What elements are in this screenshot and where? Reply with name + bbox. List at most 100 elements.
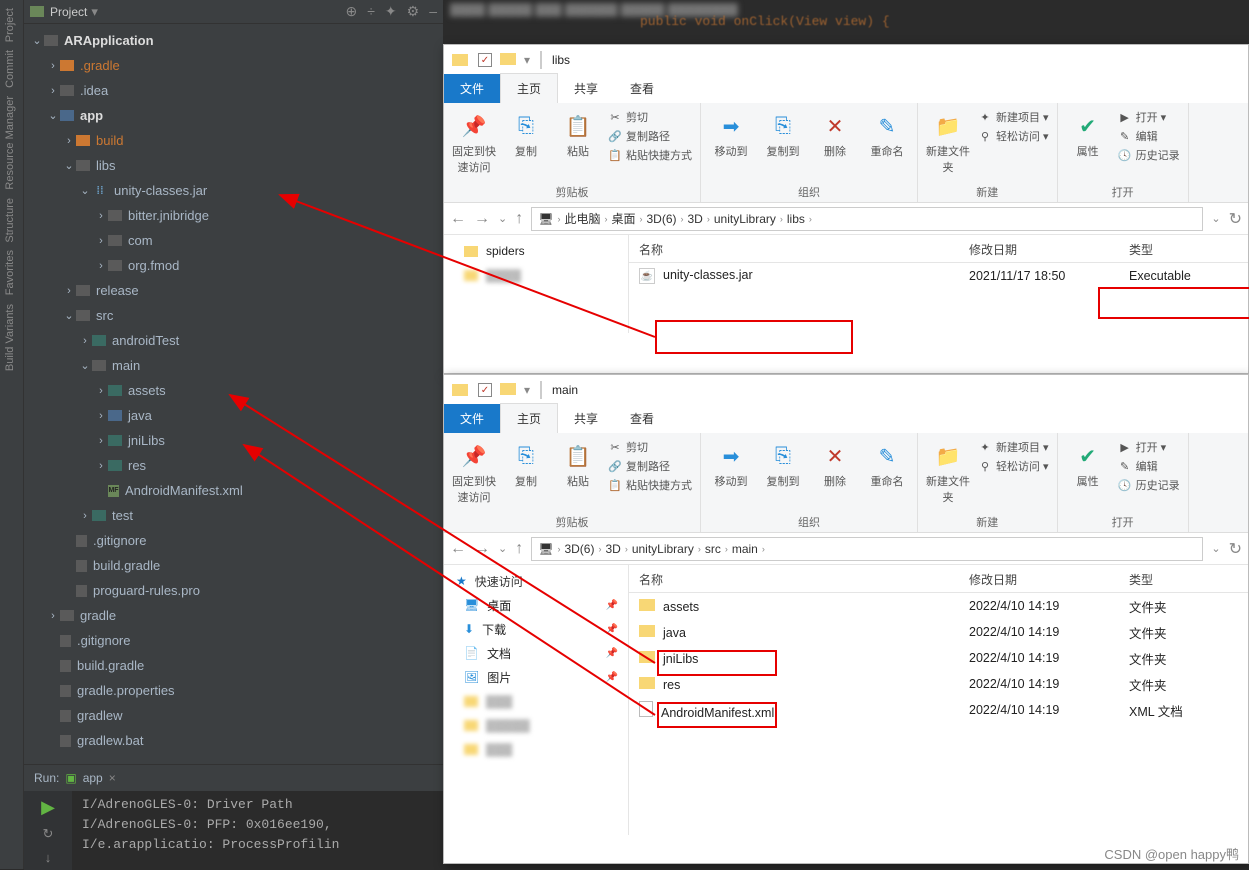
expand-icon[interactable]: › <box>94 460 108 472</box>
path-segment[interactable]: 3D(6) › <box>564 542 601 556</box>
expand-icon[interactable]: › <box>94 410 108 422</box>
list-item[interactable]: res2022/4/10 14:19文件夹 <box>629 671 1248 697</box>
expand-icon[interactable]: ⌄ <box>30 34 44 47</box>
expand-icon[interactable]: · <box>94 485 108 497</box>
list-item[interactable]: ☕unity-classes.jar2021/11/17 18:50Execut… <box>629 263 1248 289</box>
nav-quick-access[interactable]: ★快速访问 <box>444 569 628 593</box>
col-date[interactable]: 修改日期 <box>959 565 1119 592</box>
qat-folder-icon[interactable] <box>500 53 516 65</box>
path-segment[interactable]: src › <box>705 542 728 556</box>
expand-icon[interactable]: ⌄ <box>62 159 76 172</box>
tree-item[interactable]: ⌄src <box>24 303 443 328</box>
tree-item[interactable]: ·gradlew.bat <box>24 728 443 749</box>
expand-icon[interactable]: › <box>46 610 60 622</box>
tree-item[interactable]: ›res <box>24 453 443 478</box>
ribbon-tab-view[interactable]: 查看 <box>614 404 670 433</box>
locate-icon[interactable]: ⊕ <box>345 3 357 20</box>
tree-item[interactable]: ›assets <box>24 378 443 403</box>
expand-icon[interactable]: · <box>62 560 76 572</box>
path-dropdown-icon[interactable]: ⌄ <box>1211 212 1220 225</box>
qat-dropdown-icon[interactable]: ▾ <box>524 53 530 67</box>
expand-icon[interactable]: › <box>94 210 108 222</box>
expand-icon[interactable]: ⌄ <box>62 309 76 322</box>
tree-item[interactable]: ›com <box>24 228 443 253</box>
explorer-nav-pane[interactable]: spiders ▓▓▓▓ <box>444 235 629 333</box>
expand-icon[interactable]: · <box>62 585 76 597</box>
tree-item[interactable]: ·gradlew <box>24 703 443 728</box>
path-dropdown-icon[interactable]: ⌄ <box>1211 542 1220 555</box>
run-log[interactable]: I/AdrenoGLES-0: Driver Path I/AdrenoGLES… <box>72 791 443 870</box>
tree-item[interactable]: ›test <box>24 503 443 528</box>
path-segment[interactable]: unityLibrary › <box>714 212 783 226</box>
tree-item[interactable]: ›gradle <box>24 603 443 628</box>
tool-structure[interactable]: Structure <box>4 198 16 243</box>
expand-icon[interactable]: · <box>46 635 60 647</box>
rib-copy[interactable]: ⎘复制 <box>504 437 548 489</box>
expand-icon[interactable]: › <box>62 285 76 297</box>
rib-easyaccess[interactable]: ⚲轻松访问 ▾ <box>978 128 1049 144</box>
rib-open[interactable]: ▶打开 ▾ <box>1118 109 1167 125</box>
nav-pictures[interactable]: 🖼图片📌 <box>444 665 628 689</box>
refresh-icon[interactable]: ↻ <box>1229 539 1242 559</box>
nav-recent-icon[interactable]: ⌄ <box>498 212 507 225</box>
tool-project[interactable]: Project <box>4 8 16 42</box>
rib-properties[interactable]: ✔属性 <box>1066 107 1110 159</box>
rib-rename[interactable]: ✎重命名 <box>865 437 909 489</box>
col-name[interactable]: 名称 <box>629 565 959 592</box>
rib-copyto[interactable]: ⎘复制到 <box>761 437 805 489</box>
project-view-title[interactable]: Project <box>50 5 87 19</box>
nav-up-icon[interactable]: ↑ <box>515 210 523 228</box>
settings-icon[interactable]: ⚙ <box>407 3 420 20</box>
expand-icon[interactable]: · <box>46 710 60 722</box>
tree-item[interactable]: ·build.gradle <box>24 553 443 578</box>
rib-easyaccess[interactable]: ⚲轻松访问 ▾ <box>978 458 1049 474</box>
column-headers[interactable]: 名称 修改日期 类型 <box>629 235 1248 263</box>
expand-icon[interactable]: › <box>78 335 92 347</box>
tree-item[interactable]: ›release <box>24 278 443 303</box>
hide-icon[interactable]: – <box>429 3 437 20</box>
select-opened-icon[interactable]: ✦ <box>385 3 397 20</box>
qat-check-icon[interactable]: ✓ <box>478 53 492 67</box>
refresh-icon[interactable]: ↻ <box>1229 209 1242 229</box>
nav-recent-icon[interactable]: ⌄ <box>498 542 507 555</box>
tree-item[interactable]: ›androidTest <box>24 328 443 353</box>
tree-item[interactable]: ·.gitignore <box>24 628 443 653</box>
play-icon[interactable]: ▶ <box>41 797 55 818</box>
rib-history[interactable]: 🕓历史记录 <box>1118 147 1180 163</box>
project-view-dropdown-icon[interactable]: ▾ <box>91 4 98 20</box>
expand-icon[interactable]: · <box>46 735 60 747</box>
list-item[interactable]: java2022/4/10 14:19文件夹 <box>629 619 1248 645</box>
explorer-file-list[interactable]: 名称 修改日期 类型 ☕unity-classes.jar2021/11/17 … <box>629 235 1248 333</box>
breadcrumb-path[interactable]: 🖥›3D(6) › 3D › unityLibrary › src › main… <box>531 537 1203 561</box>
rib-copy[interactable]: ⎘复制 <box>504 107 548 159</box>
close-icon[interactable]: × <box>109 771 116 785</box>
expand-icon[interactable]: › <box>94 385 108 397</box>
rib-paste[interactable]: 📋粘贴 <box>556 437 600 489</box>
tool-favorites[interactable]: Favorites <box>4 250 16 295</box>
column-headers[interactable]: 名称 修改日期 类型 <box>629 565 1248 593</box>
split-icon[interactable]: ÷ <box>367 3 375 20</box>
ribbon-tab-share[interactable]: 共享 <box>558 74 614 103</box>
rib-paste-shortcut[interactable]: 📋粘贴快捷方式 <box>608 477 692 493</box>
nav-back-icon[interactable]: ← <box>450 540 466 558</box>
expand-icon[interactable]: ⌄ <box>46 109 60 122</box>
path-segment[interactable]: libs › <box>787 212 812 226</box>
expand-icon[interactable]: › <box>46 60 60 72</box>
run-config-name[interactable]: app <box>83 771 103 785</box>
tree-item[interactable]: ·gradle.properties <box>24 678 443 703</box>
tree-item[interactable]: ›java <box>24 403 443 428</box>
ribbon-tab-home[interactable]: 主页 <box>500 73 558 103</box>
path-segment[interactable]: unityLibrary › <box>632 542 701 556</box>
expand-icon[interactable]: ⌄ <box>78 359 92 372</box>
col-name[interactable]: 名称 <box>629 235 959 262</box>
tree-item[interactable]: ⌄main <box>24 353 443 378</box>
rib-newitem[interactable]: ✦新建项目 ▾ <box>978 109 1049 125</box>
ribbon-tab-view[interactable]: 查看 <box>614 74 670 103</box>
explorer-window-libs[interactable]: ✓ ▾ libs 文件 主页 共享 查看 📌固定到快速访问⎘复制📋粘贴✂剪切🔗复… <box>443 44 1249 374</box>
nav-documents[interactable]: 📄文档📌 <box>444 641 628 665</box>
tree-item[interactable]: ›bitter.jnibridge <box>24 203 443 228</box>
ribbon-tab-file[interactable]: 文件 <box>444 74 500 103</box>
expand-icon[interactable]: › <box>94 435 108 447</box>
tool-commit[interactable]: Commit <box>4 50 16 88</box>
list-item[interactable]: AndroidManifest.xml2022/4/10 14:19XML 文档 <box>629 697 1248 723</box>
